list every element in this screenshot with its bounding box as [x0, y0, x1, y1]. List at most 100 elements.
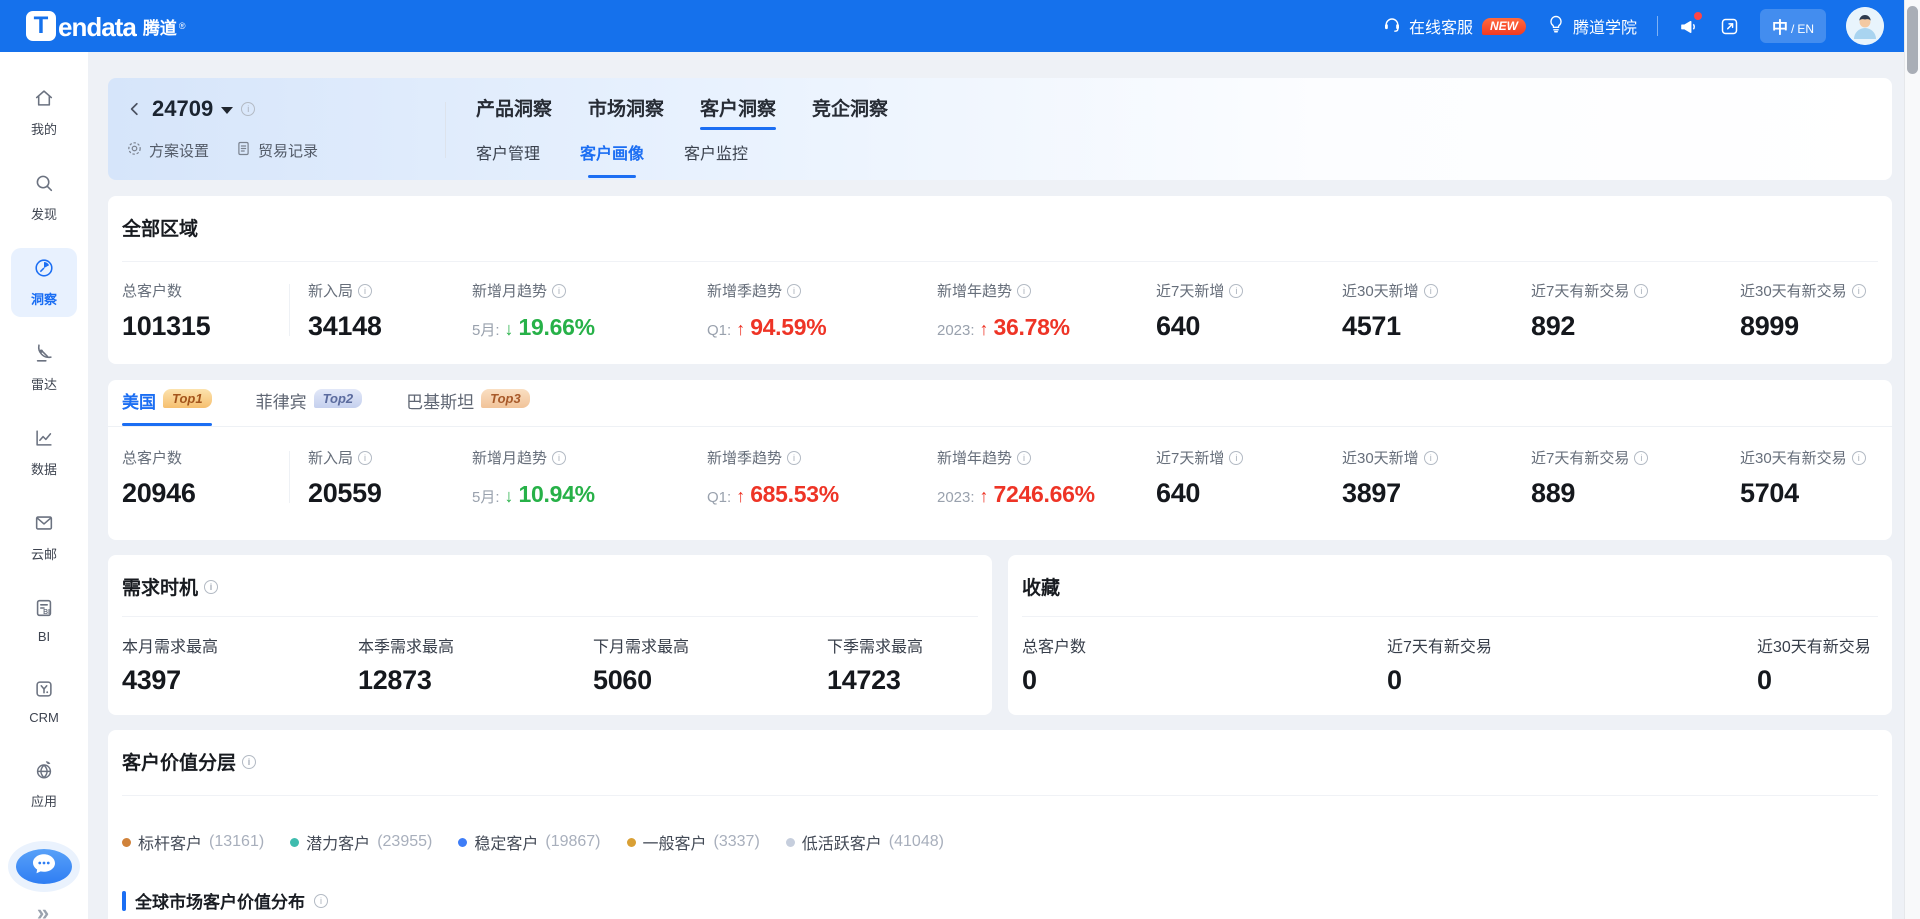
stat-value: 5704: [1740, 478, 1878, 509]
legend-stable-customers[interactable]: 稳定客户 (19867): [458, 830, 600, 854]
info-icon[interactable]: [1634, 451, 1648, 465]
stat-value: 0: [1022, 665, 1387, 696]
tendata-logo[interactable]: T endata 腾道 ®: [26, 11, 185, 41]
sidebar-item-mine[interactable]: 我的: [11, 78, 77, 147]
tab-product-insight[interactable]: 产品洞察: [476, 94, 552, 130]
info-icon[interactable]: [1229, 284, 1243, 298]
announcement-button[interactable]: [1678, 16, 1699, 37]
arrow-up-icon: ↑: [980, 486, 989, 507]
stat-value: 14723: [827, 665, 978, 696]
info-icon[interactable]: [358, 284, 372, 298]
logo-cn-text: 腾道: [143, 17, 177, 41]
scheme-info-icon[interactable]: [241, 102, 255, 116]
tab-market-insight[interactable]: 市场洞察: [588, 94, 664, 130]
left-sidebar: 我的 发现 洞察: [0, 52, 88, 919]
logo-text: endata: [58, 13, 136, 41]
info-icon[interactable]: [1017, 284, 1031, 298]
stat-value: 892: [1531, 311, 1740, 342]
stat-value: 640: [1156, 311, 1342, 342]
sidebar-item-bi[interactable]: BI BI: [11, 588, 77, 653]
sidebar-collapse-toggle[interactable]: »: [37, 900, 51, 919]
sidebar-item-discover[interactable]: 发现: [11, 163, 77, 232]
info-icon[interactable]: [314, 894, 328, 908]
navbar-divider: [1657, 16, 1658, 36]
stat-new-30d: 近30天新增 4571: [1342, 280, 1531, 342]
fullscreen-button[interactable]: [1719, 16, 1740, 37]
scheme-id-dropdown[interactable]: 24709: [152, 96, 213, 122]
tab-customer-insight[interactable]: 客户洞察: [700, 94, 776, 130]
online-service-button[interactable]: 在线客服 NEW: [1382, 14, 1526, 39]
legend-potential-customers[interactable]: 潜力客户 (23955): [290, 830, 432, 854]
demand-stats: 本月需求最高 4397 本季需求最高 12873 下月需求最高 5060 下季需…: [108, 633, 992, 696]
info-icon[interactable]: [1634, 284, 1648, 298]
info-icon[interactable]: [1424, 451, 1438, 465]
sidebar-item-radar[interactable]: 雷达: [11, 333, 77, 402]
sidebar-label: 我的: [31, 119, 57, 138]
language-switcher[interactable]: 中 / EN: [1760, 9, 1826, 43]
sidebar-item-insight[interactable]: 洞察: [11, 248, 77, 317]
stat-total-customers: 总客户数 20946: [122, 447, 308, 509]
info-icon[interactable]: [1852, 451, 1866, 465]
sidebar-item-data[interactable]: 数据: [11, 418, 77, 487]
legend-low-activity-customers[interactable]: 低活跃客户 (41048): [786, 830, 944, 854]
arrow-up-icon: ↑: [736, 319, 745, 340]
info-icon[interactable]: [358, 451, 372, 465]
country-tab-usa[interactable]: 美国 Top1: [122, 392, 212, 426]
sidebar-label: BI: [38, 629, 50, 644]
stat-total-customers: 总客户数 0: [1022, 633, 1387, 696]
sidebar-item-mail[interactable]: 云邮: [11, 503, 77, 572]
top2-badge: Top2: [314, 389, 363, 408]
demand-timing-card: 需求时机 本月需求最高 4397 本季需求最高 12873 下月需求最高 506…: [108, 555, 992, 715]
info-icon[interactable]: [242, 755, 256, 769]
arrow-up-icon: ↑: [736, 486, 745, 507]
sidebar-item-crm[interactable]: CRM: [11, 669, 77, 734]
sidebar-label: 数据: [31, 459, 57, 478]
info-icon[interactable]: [552, 451, 566, 465]
academy-button[interactable]: 腾道学院: [1546, 14, 1637, 39]
legend-general-customers[interactable]: 一般客户 (3337): [627, 830, 760, 854]
stat-new-entrants: 新入局 20559: [308, 447, 472, 509]
plan-settings-label: 方案设置: [149, 140, 209, 161]
subtab-customer-management[interactable]: 客户管理: [476, 140, 540, 178]
legend-dot: [458, 838, 467, 847]
legend-benchmark-customers[interactable]: 标杆客户 (13161): [122, 830, 264, 854]
arrow-up-icon: ↑: [980, 319, 989, 340]
page-scrollbar[interactable]: [1904, 0, 1920, 919]
info-icon[interactable]: [552, 284, 566, 298]
user-avatar[interactable]: [1846, 7, 1884, 45]
stat-yearly-trend: 新增年趋势 2023:↑36.78%: [937, 280, 1156, 342]
country-tab-philippines[interactable]: 菲律宾 Top2: [256, 392, 363, 426]
subtab-customer-monitoring[interactable]: 客户监控: [684, 140, 748, 178]
back-chevron-icon[interactable]: [126, 100, 144, 118]
info-icon[interactable]: [1017, 451, 1031, 465]
tab-competitor-insight[interactable]: 竞企洞察: [812, 94, 888, 130]
sidebar-item-apps[interactable]: 应用: [11, 750, 77, 819]
all-region-card: 全部区域 总客户数 101315 新入局 34148 新增月趋势 5月:↓19.…: [108, 196, 1892, 364]
logo-registered-mark: ®: [179, 11, 186, 41]
info-icon[interactable]: [1852, 284, 1866, 298]
info-icon[interactable]: [787, 451, 801, 465]
legend-dot: [786, 838, 795, 847]
sidebar-label: 应用: [31, 791, 57, 810]
legend-dot: [290, 838, 299, 847]
divider: [108, 426, 1892, 427]
stat-value: 640: [1156, 478, 1342, 509]
info-icon[interactable]: [1424, 284, 1438, 298]
country-tab-pakistan[interactable]: 巴基斯坦 Top3: [406, 392, 530, 426]
stat-new-30d: 近30天新增 3897: [1342, 447, 1531, 509]
demand-timing-title: 需求时机: [108, 555, 992, 600]
chat-support-button[interactable]: [16, 849, 72, 884]
scrollbar-thumb[interactable]: [1907, 6, 1918, 74]
favorites-stats: 总客户数 0 近7天有新交易 0 近30天有新交易 0: [1008, 633, 1892, 696]
info-icon[interactable]: [787, 284, 801, 298]
chevron-down-icon[interactable]: [221, 107, 233, 114]
info-icon[interactable]: [1229, 451, 1243, 465]
bi-report-icon: BI: [33, 597, 55, 624]
info-icon[interactable]: [204, 580, 218, 594]
stat-trade-7d: 近7天有新交易 0: [1387, 633, 1757, 696]
lightbulb-icon: [1546, 14, 1566, 39]
trade-records-button[interactable]: 贸易记录: [235, 140, 318, 161]
subtab-customer-portrait[interactable]: 客户画像: [580, 140, 644, 178]
arrow-down-icon: ↓: [505, 486, 514, 507]
plan-settings-button[interactable]: 方案设置: [126, 140, 209, 161]
